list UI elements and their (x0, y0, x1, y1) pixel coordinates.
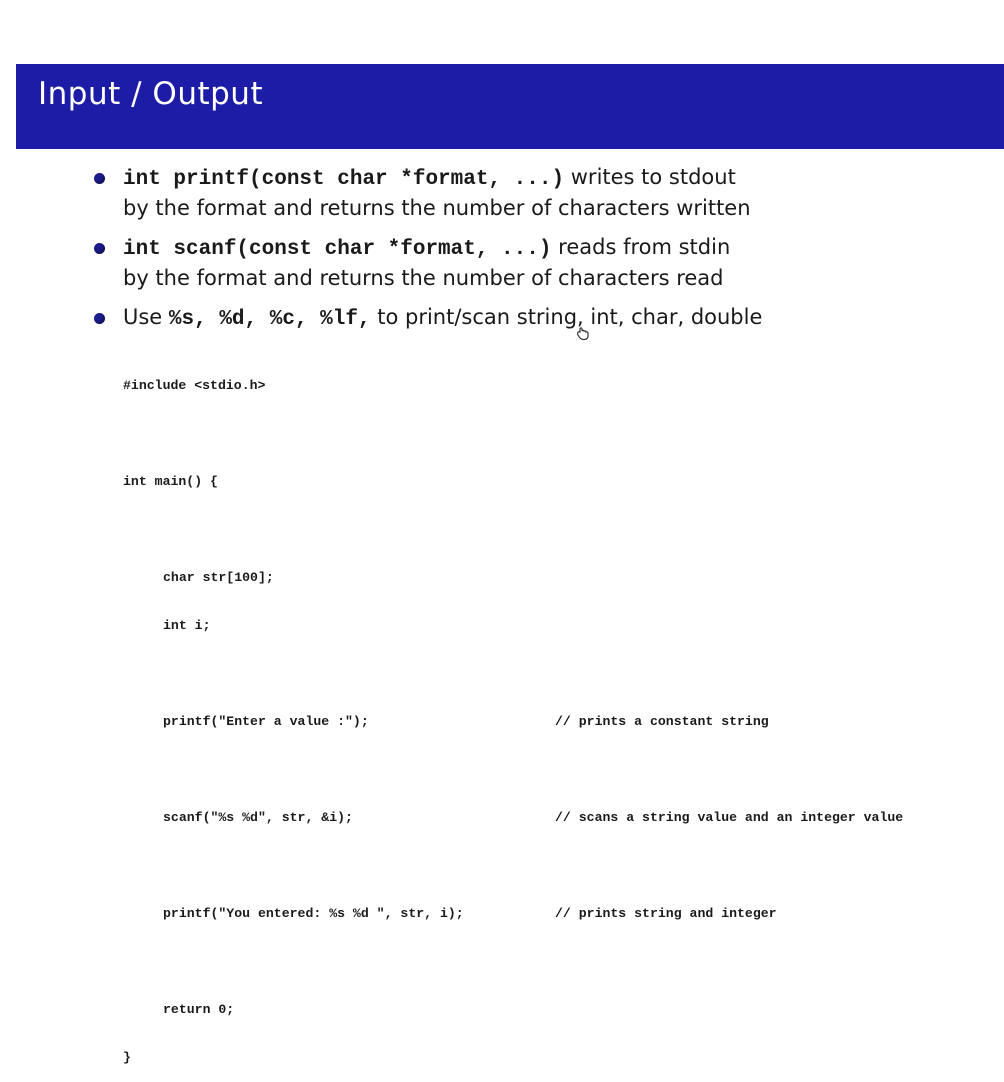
code-statement: scanf("%s %d", str, &i); (163, 810, 353, 825)
code-comment: // prints string and integer (555, 906, 777, 921)
code-line: char str[100]; (163, 570, 274, 585)
code-comment: // prints a constant string (555, 714, 769, 729)
bullet-prefix: Use (123, 305, 169, 329)
bullet-line: Use %s, %d, %c, %lf, to print/scan strin… (123, 303, 990, 334)
code-line: printf("You entered: %s %d ", str, i); //… (123, 906, 777, 922)
code-line: #include <stdio.h> (123, 378, 266, 393)
bullet-item-scanf: int scanf(const char *format, ...) reads… (90, 233, 990, 293)
code-statement: printf("You entered: %s %d ", str, i); (163, 906, 464, 921)
bullet-list: int printf(const char *format, ...) writ… (90, 163, 990, 344)
bullet-text: writes to stdout (564, 165, 736, 189)
bullet-line: int scanf(const char *format, ...) reads… (123, 233, 990, 264)
code-line: int i; (163, 618, 211, 633)
code-comment: // scans a string value and an integer v… (555, 810, 904, 825)
hand-cursor-icon (577, 327, 589, 340)
bullet-dot-icon (94, 313, 105, 324)
bullet-text: reads from stdin (551, 235, 731, 259)
bullet-line-2: by the format and returns the number of … (123, 266, 724, 290)
bullet-item-format-specifiers: Use %s, %d, %c, %lf, to print/scan strin… (90, 303, 990, 334)
code-line: int main() { (123, 474, 218, 489)
slide-title: Input / Output (38, 76, 264, 112)
bullet-dot-icon (94, 173, 105, 184)
code-line: } (123, 1050, 131, 1065)
bullet-code: int scanf(const char *format, ...) (123, 238, 552, 261)
code-statement: printf("Enter a value :"); (163, 714, 369, 729)
bullet-code: %s, %d, %c, %lf, (168, 308, 371, 331)
bullet-item-printf: int printf(const char *format, ...) writ… (90, 163, 990, 223)
bullet-code: int printf(const char *format, ...) (123, 168, 565, 191)
slide-title-bar: Input / Output (16, 64, 1004, 149)
bullet-dot-icon (94, 243, 105, 254)
code-line: printf("Enter a value :"); // prints a co… (123, 714, 769, 730)
bullet-text: to print/scan string, int, char, double (370, 305, 763, 329)
code-line: return 0; (163, 1002, 235, 1017)
code-block: #include <stdio.h> int main() { char str… (123, 346, 903, 1082)
bullet-line-2: by the format and returns the number of … (123, 196, 751, 220)
bullet-line: int printf(const char *format, ...) writ… (123, 163, 990, 194)
code-line: scanf("%s %d", str, &i); // scans a strin… (123, 810, 903, 826)
